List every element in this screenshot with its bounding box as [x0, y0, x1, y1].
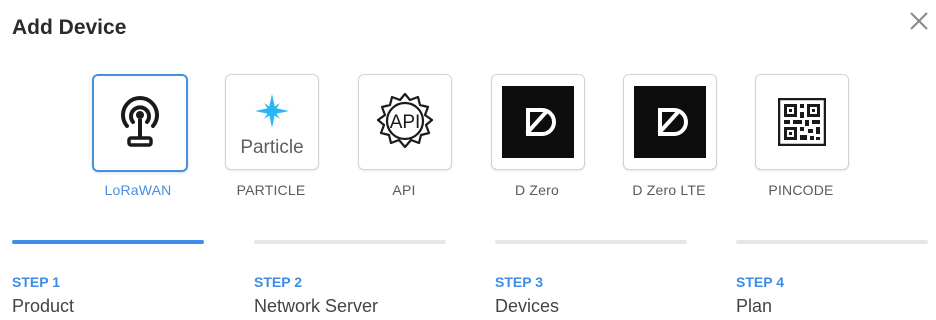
step-name: Network Server — [254, 296, 379, 316]
step-progress-bar — [736, 240, 928, 244]
device-option-lorawan[interactable]: LoRaWAN — [78, 72, 198, 212]
step-number: STEP 1 — [12, 274, 60, 290]
device-tile[interactable] — [623, 74, 717, 170]
api-gear-icon: API — [376, 92, 434, 149]
device-label: PARTICLE — [236, 182, 306, 198]
dialog-title: Add Device — [12, 16, 127, 39]
device-option-api[interactable]: API API — [344, 72, 464, 212]
step-name: Product — [12, 296, 75, 316]
device-tile[interactable] — [491, 74, 585, 170]
device-label: PINCODE — [768, 182, 834, 198]
step-2[interactable]: STEP 2 Network Server — [254, 238, 454, 320]
step-name: Plan — [736, 296, 773, 316]
step-progress-bar — [495, 240, 687, 244]
device-option-particle[interactable]: Particle PARTICLE — [211, 72, 331, 212]
step-name: Devices — [495, 296, 560, 316]
step-1[interactable]: STEP 1 Product — [12, 238, 212, 320]
d-zero-logo-icon — [502, 86, 574, 158]
svg-text:API: API — [390, 112, 421, 133]
device-option-d-zero[interactable]: D Zero — [477, 72, 597, 212]
step-progress-fill — [12, 240, 204, 244]
step-number: STEP 2 — [254, 274, 302, 290]
device-tile[interactable] — [92, 74, 188, 172]
step-progress-bar — [254, 240, 446, 244]
device-label: LoRaWAN — [104, 182, 172, 198]
device-option-pincode[interactable]: PINCODE — [741, 72, 861, 212]
device-tile[interactable]: API — [358, 74, 452, 170]
particle-logo-icon: Particle — [240, 94, 304, 158]
device-label: D Zero — [515, 182, 559, 198]
antenna-icon — [121, 96, 159, 147]
qr-code-icon — [778, 98, 826, 146]
step-progress-bar — [12, 240, 204, 244]
device-label: API — [392, 182, 416, 198]
device-option-d-zero-lte[interactable]: D Zero LTE — [609, 72, 729, 212]
device-tile[interactable] — [755, 74, 849, 170]
device-tile[interactable]: Particle — [225, 74, 319, 170]
d-zero-logo-icon — [634, 86, 706, 158]
device-type-selector: LoRaWAN Particle PARTICLE API API D Zero… — [0, 72, 936, 212]
close-icon[interactable] — [904, 6, 934, 36]
step-3[interactable]: STEP 3 Devices — [495, 238, 695, 320]
step-number: STEP 3 — [495, 274, 543, 290]
svg-text:Particle: Particle — [240, 137, 303, 158]
device-label: D Zero LTE — [632, 182, 706, 198]
step-number: STEP 4 — [736, 274, 784, 290]
step-4[interactable]: STEP 4 Plan — [736, 238, 936, 320]
stepper: STEP 1 Product STEP 2 Network Server STE… — [0, 238, 936, 320]
